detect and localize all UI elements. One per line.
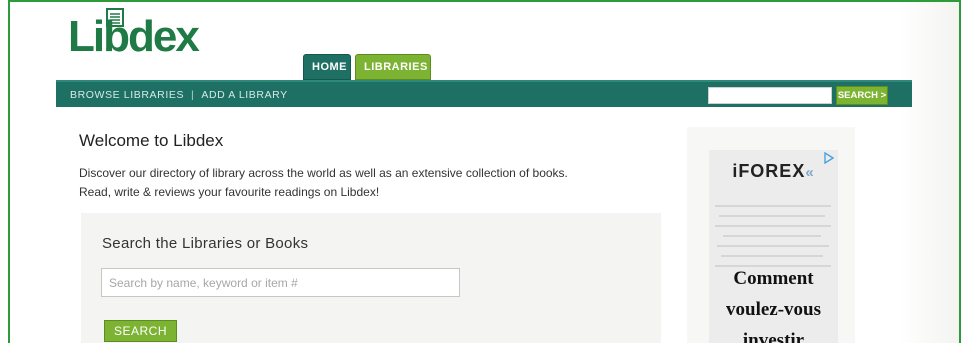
welcome-text-line-2: Read, write & reviews your favourite rea…: [79, 185, 380, 199]
ad-text-line-1: Comment: [733, 268, 814, 289]
nav-link-add-library[interactable]: ADD A LIBRARY: [201, 82, 287, 109]
page-frame: Libdex HOME LIBRARIES BROWSE LIBRARIES | A…: [8, 0, 961, 343]
ad-brand-chevron-icon: «: [805, 164, 815, 181]
logo-text: Libdex: [68, 12, 200, 61]
header-search-input[interactable]: [708, 87, 832, 104]
book-icon: [106, 8, 124, 27]
ad-brand-logo: iFOREX«: [709, 161, 838, 182]
welcome-text: Discover our directory of library across…: [79, 164, 649, 202]
search-button[interactable]: SEARCH: [104, 320, 177, 342]
page-title: Welcome to Libdex: [79, 131, 224, 150]
nav-bar: BROWSE LIBRARIES | ADD A LIBRARY SEARCH >: [56, 80, 912, 107]
search-panel-title: Search the Libraries or Books: [102, 235, 309, 252]
ad-brand-text: iFOREX: [732, 161, 806, 181]
tab-libraries[interactable]: LIBRARIES: [355, 54, 431, 80]
search-input[interactable]: [101, 268, 460, 297]
advertisement[interactable]: iFOREX« Comment voulez-vous investir: [709, 150, 838, 343]
nav-separator: |: [191, 89, 195, 101]
search-panel: Search the Libraries or Books SEARCH: [81, 213, 661, 343]
nav-link-browse-libraries[interactable]: BROWSE LIBRARIES: [70, 82, 184, 109]
ad-text-line-2: voulez-vous: [726, 299, 821, 320]
nav-links: BROWSE LIBRARIES | ADD A LIBRARY: [70, 82, 288, 109]
ad-background-pattern: [715, 205, 831, 267]
ad-text-line-3: investir: [742, 330, 805, 343]
site-logo[interactable]: Libdex: [68, 6, 200, 62]
welcome-text-line-1: Discover our directory of library across…: [79, 166, 568, 180]
tab-home[interactable]: HOME: [303, 54, 351, 80]
page-background: [899, 2, 959, 343]
header-search-button[interactable]: SEARCH >: [836, 86, 888, 105]
